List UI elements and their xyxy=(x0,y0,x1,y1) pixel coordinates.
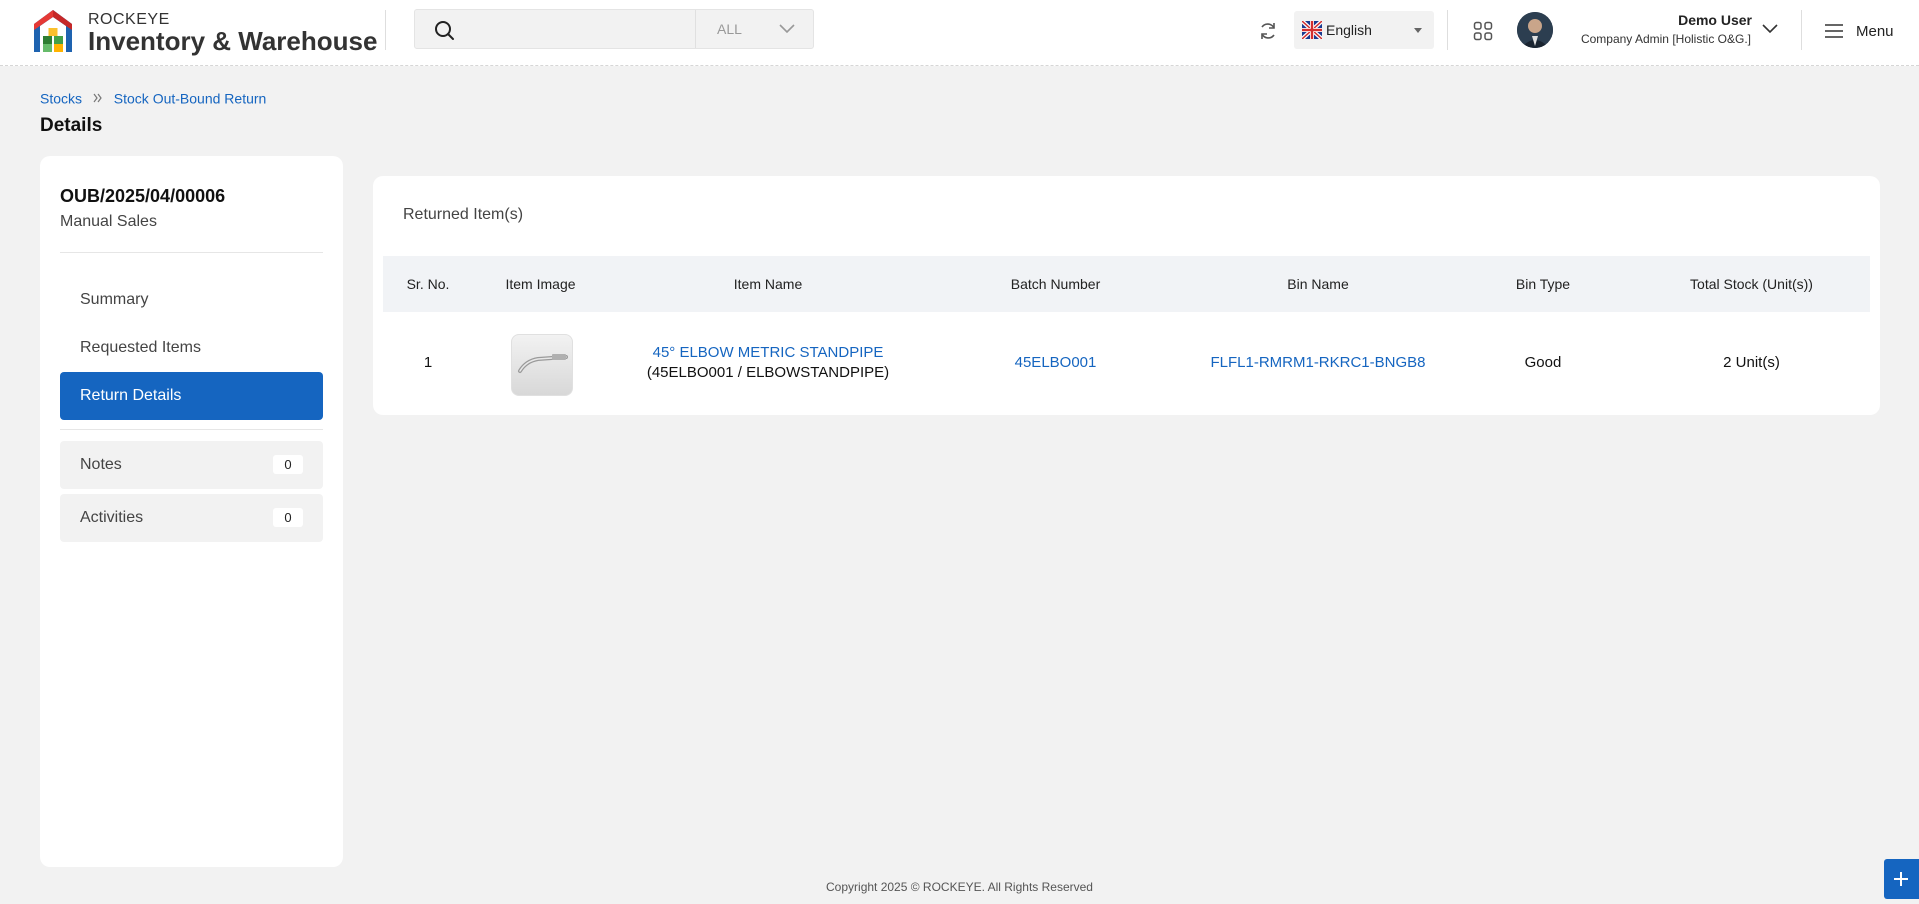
col-bin-name: Bin Name xyxy=(1287,276,1349,292)
breadcrumb-stocks[interactable]: Stocks xyxy=(40,90,82,106)
nav-requested-items[interactable]: Requested Items xyxy=(60,324,323,372)
col-sr-no: Sr. No. xyxy=(406,276,450,292)
nav-label: Requested Items xyxy=(80,339,201,356)
app-title: Inventory & Warehouse xyxy=(88,26,378,56)
batch-number-link[interactable]: 45ELBO001 xyxy=(928,354,1183,371)
global-search: ALL xyxy=(414,9,814,49)
double-chevron-right-icon xyxy=(93,93,102,103)
col-item-name: Item Name xyxy=(733,276,803,292)
breadcrumb: Stocks Stock Out-Bound Return xyxy=(40,89,266,106)
user-avatar-icon xyxy=(1517,12,1553,48)
menu-button[interactable]: Menu xyxy=(1824,21,1912,43)
notes-tab[interactable]: Notes 0 xyxy=(60,441,323,489)
uk-flag-icon xyxy=(1302,21,1322,39)
chevron-down-icon xyxy=(779,24,795,34)
item-name-link[interactable]: 45° ELBOW METRIC STANDPIPE xyxy=(608,344,928,361)
search-scope-select[interactable]: ALL xyxy=(695,10,814,48)
divider xyxy=(60,252,323,253)
user-name: Demo User xyxy=(1678,12,1752,28)
breadcrumb-stock-outbound-return[interactable]: Stock Out-Bound Return xyxy=(114,90,267,106)
nav-label: Summary xyxy=(80,291,149,308)
nav-label: Return Details xyxy=(80,387,182,404)
search-icon[interactable] xyxy=(433,19,455,41)
record-side-panel: OUB/2025/04/00006 Manual Sales Summary R… xyxy=(40,156,343,867)
caret-down-icon xyxy=(1414,28,1422,33)
footer-copyright: Copyright 2025 © ROCKEYE. All Rights Res… xyxy=(826,880,1093,894)
page-title: Details xyxy=(40,115,103,136)
avatar[interactable] xyxy=(1517,12,1553,48)
language-select[interactable]: English xyxy=(1294,11,1434,49)
card-title: Returned Item(s) xyxy=(403,206,524,223)
user-role: Company Admin [Holistic O&G.] xyxy=(1580,32,1751,46)
menu-label: Menu xyxy=(1856,23,1894,40)
table-header: Sr. No. Item Image Item Name Batch Numbe… xyxy=(383,256,1870,312)
top-header: ROCKEYE Inventory & Warehouse ALL Englis… xyxy=(0,0,1919,66)
notes-label: Notes xyxy=(80,456,122,473)
col-bin-type: Bin Type xyxy=(1515,276,1571,292)
activities-label: Activities xyxy=(80,509,144,526)
activities-count-badge: 0 xyxy=(273,508,303,527)
header-divider xyxy=(1447,10,1448,50)
standpipe-image-icon xyxy=(518,354,568,373)
header-divider xyxy=(1801,10,1802,50)
row-sr-no: 1 xyxy=(423,354,433,371)
record-id: OUB/2025/04/00006 xyxy=(60,186,226,206)
activities-tab[interactable]: Activities 0 xyxy=(60,494,323,542)
bin-name-link[interactable]: FLFL1-RMRM1-RKRC1-BNGB8 xyxy=(1183,354,1453,371)
language-label: English xyxy=(1326,22,1372,38)
search-input[interactable] xyxy=(465,10,705,48)
nav-return-details[interactable]: Return Details xyxy=(60,372,323,420)
col-total-stock: Total Stock (Unit(s)) xyxy=(1690,276,1813,292)
item-code: (45ELBO001 / ELBOWSTANDPIPE) xyxy=(646,364,890,381)
nav-summary[interactable]: Summary xyxy=(60,276,323,324)
chevron-down-icon[interactable] xyxy=(1761,23,1779,35)
bin-type: Good xyxy=(1524,354,1562,371)
table-row: 1 45° ELBOW METRIC STANDPIPE (45ELBO001 … xyxy=(383,312,1870,415)
col-item-image: Item Image xyxy=(505,276,576,292)
apps-grid-icon[interactable] xyxy=(1473,21,1493,41)
record-type: Manual Sales xyxy=(60,213,157,230)
divider xyxy=(60,429,323,430)
refresh-icon[interactable] xyxy=(1258,21,1278,41)
total-stock: 2 Unit(s) xyxy=(1723,354,1780,371)
plus-icon xyxy=(1894,872,1908,886)
add-button[interactable] xyxy=(1884,859,1919,899)
search-scope-label: ALL xyxy=(717,21,742,37)
col-batch-number: Batch Number xyxy=(1010,276,1101,292)
item-thumbnail[interactable] xyxy=(511,334,573,396)
notes-count-badge: 0 xyxy=(273,455,303,474)
header-divider xyxy=(385,10,386,50)
warehouse-logo-icon[interactable] xyxy=(32,8,74,54)
hamburger-icon xyxy=(1825,24,1843,38)
returned-items-card: Returned Item(s) Sr. No. Item Image Item… xyxy=(373,176,1880,415)
